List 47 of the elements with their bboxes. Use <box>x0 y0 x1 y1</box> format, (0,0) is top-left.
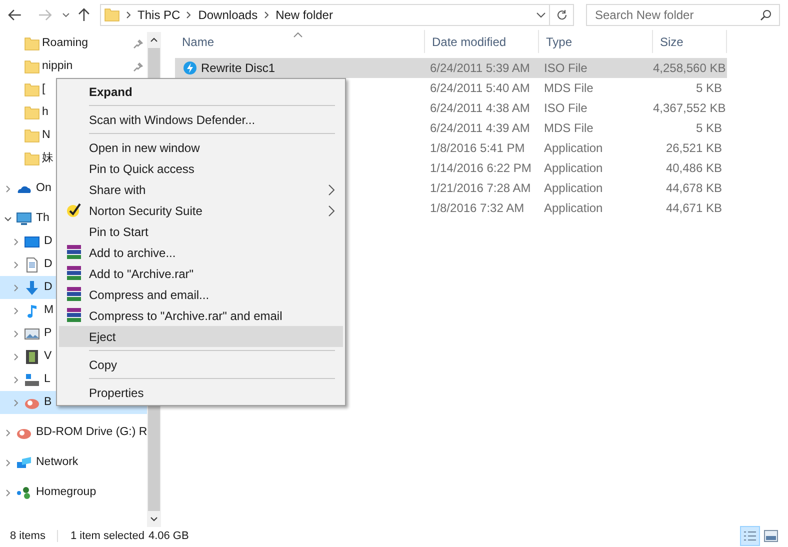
size-cell-text: 40,486 KB <box>664 160 723 177</box>
type-cell-text: MDS File <box>543 80 594 97</box>
nav-tree-label: D <box>44 256 52 272</box>
type-cell-text: MDS File <box>543 120 594 137</box>
type-cell-text: Application <box>543 180 604 197</box>
nav-tree-label: On <box>36 180 52 196</box>
selection-size: 4.06 GB <box>148 528 189 544</box>
nav-tree-label: V <box>44 348 52 364</box>
nav-tree-label: L <box>44 372 50 387</box>
quick-access-label: h <box>42 104 48 120</box>
size-cell-text: 4,258,560 KB <box>653 60 727 77</box>
quick-access-label: [ <box>42 82 46 97</box>
nav-tree-label: D <box>44 280 52 295</box>
nav-tree-label: Th <box>36 210 50 226</box>
date-cell-text: 1/14/2016 6:22 PM <box>429 160 532 177</box>
quick-access-label: 妹 <box>42 150 54 166</box>
nav-tree-label: M <box>44 302 54 318</box>
date-cell-text: 6/24/2011 5:39 AM <box>429 60 531 77</box>
size-cell-text: 44,671 KB <box>664 200 723 217</box>
date-cell-text: 6/24/2011 4:38 AM <box>429 100 531 117</box>
size-cell-text: 44,678 KB <box>664 180 723 197</box>
type-cell-text: ISO File <box>543 100 588 117</box>
type-cell-text: Application <box>543 160 604 177</box>
nav-tree-label: BD-ROM Drive (G:) R <box>36 424 147 440</box>
date-cell-text: 1/8/2016 5:41 PM <box>429 140 526 157</box>
item-count: 8 items <box>10 528 46 544</box>
size-cell-text: 5 KB <box>694 80 723 97</box>
date-cell-text: 6/24/2011 4:39 AM <box>429 120 531 137</box>
size-cell-text: 5 KB <box>694 120 723 137</box>
file-name: Rewrite Disc1 <box>201 60 276 77</box>
type-cell-text: Application <box>543 200 604 217</box>
nav-tree-label: B <box>44 394 52 410</box>
date-cell-text: 6/24/2011 5:40 AM <box>429 80 531 97</box>
quick-access-label: N <box>42 128 50 143</box>
date-cell-text: 1/8/2016 7:32 AM <box>429 200 526 217</box>
nav-tree-label: D <box>44 234 52 249</box>
quick-access-label: Roaming <box>42 36 88 51</box>
quick-access-label: nippin <box>42 58 73 74</box>
nav-tree-label: Homegroup <box>36 484 96 500</box>
date-cell-text: 1/21/2016 7:28 AM <box>429 180 532 197</box>
size-cell-text: 4,367,552 KB <box>653 100 727 117</box>
selection-info: 1 item selected <box>70 528 144 544</box>
type-cell-text: Application <box>543 140 604 157</box>
nav-tree-label: Network <box>36 454 78 470</box>
size-cell-text: 26,521 KB <box>664 140 723 157</box>
nav-tree-label: P <box>44 326 52 341</box>
type-cell-text: ISO File <box>543 60 588 77</box>
